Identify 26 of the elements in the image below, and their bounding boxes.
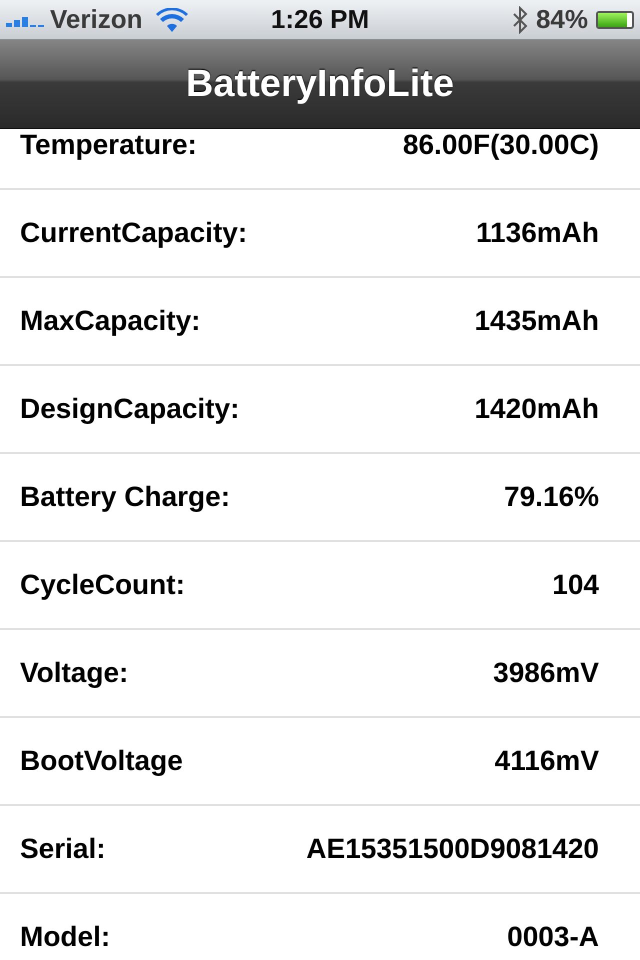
row-value: 0003-A [507,921,599,953]
row-label: Temperature: [20,129,197,161]
row-label: CurrentCapacity: [20,217,248,249]
battery-percent: 84% [536,4,588,35]
bluetooth-icon [512,6,528,34]
row-label: MaxCapacity: [20,305,201,337]
row-value: 4116mV [494,745,599,777]
row-value: 3986mV [493,657,599,689]
row-value: 1136mAh [476,217,599,249]
row-label: Battery Charge: [20,481,230,513]
row-label: Voltage: [20,657,128,689]
nav-title: BatteryInfoLite [186,62,454,106]
wifi-icon [156,8,188,32]
row-label: BootVoltage [20,745,183,777]
carrier-name: Verizon [50,4,142,35]
row-value: 1435mAh [474,305,599,337]
row-value: 86.00F(30.00C) [402,129,599,161]
row-label: Serial: [20,833,106,865]
row-value: 1420mAh [474,393,599,425]
row-label: CycleCount: [20,569,185,601]
row-value: 104 [552,569,599,601]
row-value: 79.16% [504,481,599,513]
status-time: 1:26 PM [270,4,370,35]
row-label: DesignCapacity: [20,393,240,425]
row-label: Model: [20,921,110,953]
row-value: AE15351500D9081420 [306,833,599,865]
